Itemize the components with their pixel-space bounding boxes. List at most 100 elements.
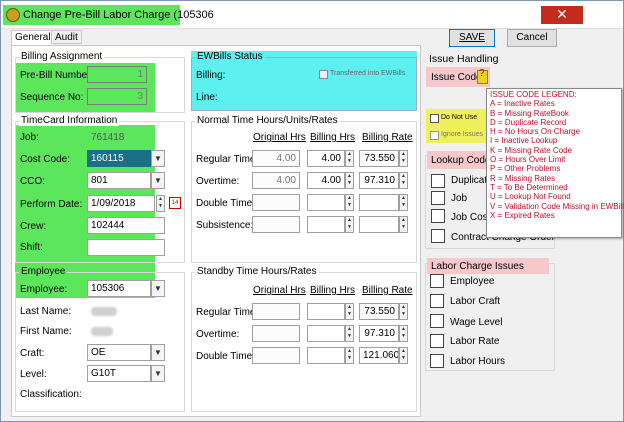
craft-select[interactable]: OE bbox=[87, 344, 151, 361]
lookup-item-label: Duplicat bbox=[451, 175, 488, 186]
normal-billing-hrs-spinner[interactable]: ▲ ▼ bbox=[345, 216, 354, 233]
tab-general[interactable]: General bbox=[11, 30, 55, 45]
calendar-icon[interactable]: 14 bbox=[169, 197, 181, 209]
craft-label: Craft: bbox=[20, 348, 45, 359]
ignore-issues-label: Ignore Issues bbox=[441, 131, 484, 138]
standby-billing-hrs-spinner[interactable]: ▲ ▼ bbox=[345, 347, 354, 364]
standby-rate-spinner[interactable]: ▲ ▼ bbox=[399, 303, 408, 320]
crew-field[interactable]: 102444 bbox=[87, 217, 165, 234]
normal-rate-field[interactable] bbox=[359, 216, 399, 233]
employee-label: Employee: bbox=[20, 284, 68, 295]
cco-select[interactable]: 801 bbox=[87, 172, 151, 189]
standby-rate-field[interactable]: 121.060 bbox=[359, 347, 399, 364]
last-name-redacted bbox=[91, 307, 117, 316]
legend-line: B = Missing RateBook bbox=[490, 108, 569, 118]
tab-audit[interactable]: Audit bbox=[51, 30, 82, 44]
level-dropdown-icon[interactable]: ▼ bbox=[151, 365, 165, 382]
pre-bill-field[interactable]: 1 bbox=[87, 66, 147, 83]
normal-rate-spinner[interactable]: ▲ ▼ bbox=[399, 216, 408, 233]
normal-row-label: Subsistence: bbox=[196, 220, 254, 231]
normal-original-field[interactable]: 4.00 bbox=[252, 172, 300, 189]
normal-time-title: Normal Time Hours/Units/Rates bbox=[195, 115, 340, 126]
standby-rate-field[interactable]: 73.550 bbox=[359, 303, 399, 320]
save-button[interactable]: SAVE bbox=[449, 29, 495, 47]
normal-rate-spinner[interactable]: ▲ ▼ bbox=[399, 194, 408, 211]
standby-col-billing-rate: Billing Rate bbox=[362, 285, 413, 296]
legend-line: D = Duplicate Record bbox=[490, 117, 567, 127]
standby-billing-hrs-spinner[interactable]: ▲ ▼ bbox=[345, 303, 354, 320]
standby-billing-hrs-field[interactable] bbox=[307, 303, 345, 320]
employee-select[interactable]: 105306 bbox=[87, 280, 151, 297]
cost-code-dropdown-icon[interactable]: ▼ bbox=[151, 150, 165, 167]
issue-code-label: Issue Code bbox=[431, 72, 482, 83]
job-value: 761418 bbox=[91, 132, 125, 143]
normal-billing-hrs-spinner[interactable]: ▲ ▼ bbox=[345, 194, 354, 211]
lookup-item-label: Job bbox=[451, 193, 468, 204]
shift-field[interactable] bbox=[87, 239, 165, 256]
lookup-checkbox[interactable] bbox=[431, 174, 445, 188]
legend-line: P = Other Problems bbox=[490, 164, 561, 174]
normal-billing-hrs-spinner[interactable]: ▲ ▼ bbox=[345, 150, 354, 167]
normal-col-billing-hrs: Billing Hrs bbox=[310, 132, 356, 143]
normal-col-billing-rate: Billing Rate bbox=[362, 132, 413, 143]
standby-rate-spinner[interactable]: ▲ ▼ bbox=[399, 347, 408, 364]
labor-issue-checkbox[interactable] bbox=[430, 274, 444, 288]
normal-billing-hrs-field[interactable] bbox=[307, 216, 345, 233]
standby-original-field[interactable] bbox=[252, 347, 300, 364]
employee-dropdown-icon[interactable]: ▼ bbox=[151, 280, 165, 297]
perform-date-spinner[interactable]: ▲ ▼ bbox=[156, 195, 165, 212]
normal-rate-spinner[interactable]: ▲ ▼ bbox=[399, 150, 408, 167]
standby-rate-spinner[interactable]: ▲ ▼ bbox=[399, 325, 408, 342]
normal-rate-field[interactable] bbox=[359, 194, 399, 211]
lookup-checkbox[interactable] bbox=[431, 229, 445, 243]
ignore-issues-checkbox[interactable] bbox=[430, 131, 439, 140]
cost-code-select[interactable]: 160115 bbox=[87, 150, 151, 167]
standby-billing-hrs-spinner[interactable]: ▲ ▼ bbox=[345, 325, 354, 342]
standby-billing-hrs-field[interactable] bbox=[307, 347, 345, 364]
labor-issue-checkbox[interactable] bbox=[430, 314, 444, 328]
app-icon bbox=[6, 8, 20, 22]
lookup-item-label: Job Cos bbox=[451, 212, 488, 223]
normal-original-field[interactable] bbox=[252, 194, 300, 211]
cco-label: CCO: bbox=[20, 176, 45, 187]
standby-row-label: Overtime: bbox=[196, 329, 240, 340]
craft-dropdown-icon[interactable]: ▼ bbox=[151, 344, 165, 361]
standby-billing-hrs-field[interactable] bbox=[307, 325, 345, 342]
normal-billing-hrs-field[interactable] bbox=[307, 194, 345, 211]
sequence-field[interactable]: 3 bbox=[87, 88, 147, 105]
standby-original-field[interactable] bbox=[252, 325, 300, 342]
crew-label: Crew: bbox=[20, 221, 47, 232]
legend-line: X = Expired Rates bbox=[490, 210, 555, 220]
do-not-use-checkbox[interactable] bbox=[430, 114, 439, 123]
standby-time-title: Standby Time Hours/Rates bbox=[195, 266, 319, 277]
labor-issue-label: Labor Rate bbox=[450, 336, 500, 347]
standby-original-field[interactable] bbox=[252, 303, 300, 320]
help-icon[interactable]: ? bbox=[479, 68, 489, 79]
labor-issue-checkbox[interactable] bbox=[430, 354, 444, 368]
standby-rate-field[interactable]: 97.310 bbox=[359, 325, 399, 342]
normal-row-label: Regular Time: bbox=[196, 154, 259, 165]
transferred-label: Transferred into EWBills bbox=[330, 70, 406, 77]
cancel-button[interactable]: Cancel bbox=[507, 29, 557, 47]
cco-dropdown-icon[interactable]: ▼ bbox=[151, 172, 165, 189]
lookup-checkbox[interactable] bbox=[431, 191, 445, 205]
normal-billing-hrs-field[interactable]: 4.00 bbox=[307, 172, 345, 189]
lookup-checkbox[interactable] bbox=[431, 209, 445, 223]
transferred-checkbox[interactable] bbox=[319, 70, 328, 79]
normal-original-field[interactable]: 4.00 bbox=[252, 150, 300, 167]
legend-line: U = Lookup Not Found bbox=[490, 192, 571, 202]
normal-billing-hrs-spinner[interactable]: ▲ ▼ bbox=[345, 172, 354, 189]
labor-issue-checkbox[interactable] bbox=[430, 294, 444, 308]
normal-rate-spinner[interactable]: ▲ ▼ bbox=[399, 172, 408, 189]
perform-date-field[interactable]: 1/09/2018 bbox=[87, 195, 155, 212]
last-name-label: Last Name: bbox=[20, 306, 72, 317]
normal-original-field[interactable] bbox=[252, 216, 300, 233]
normal-rate-field[interactable]: 73.550 bbox=[359, 150, 399, 167]
normal-billing-hrs-field[interactable]: 4.00 bbox=[307, 150, 345, 167]
level-select[interactable]: G10T bbox=[87, 365, 151, 382]
labor-issue-label: Labor Craft bbox=[450, 296, 501, 307]
labor-issue-checkbox[interactable] bbox=[430, 334, 444, 348]
labor-issue-label: Wage Level bbox=[450, 317, 503, 328]
normal-rate-field[interactable]: 97.310 bbox=[359, 172, 399, 189]
close-button[interactable]: ✕ bbox=[541, 6, 583, 24]
